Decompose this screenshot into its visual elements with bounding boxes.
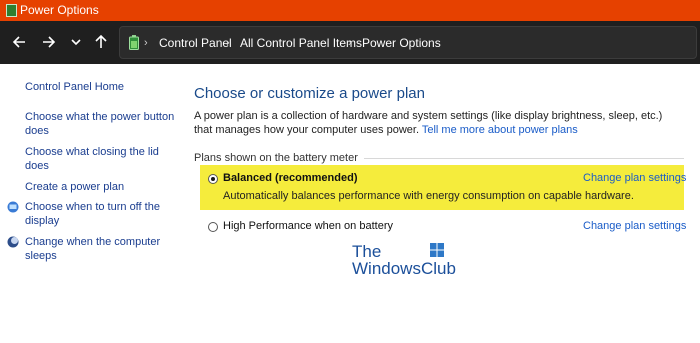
recent-locations-button[interactable] [65,31,87,53]
group-divider [364,158,684,159]
chevron-down-icon [71,39,81,46]
tell-me-more-link[interactable]: Tell me more about power plans [422,124,578,136]
breadcrumb-all-items[interactable]: All Control Panel Items [240,36,362,50]
back-button[interactable] [9,31,31,53]
power-options-app-icon [6,4,17,17]
breadcrumb-control-panel[interactable]: Control Panel [159,36,232,50]
sidebar-link-line: Change when the computer [25,236,161,248]
sidebar-link-line: Create a power plan [25,181,125,193]
plan-radio-balanced[interactable] [208,174,218,184]
sidebar-link-line: Choose what the power button [25,111,175,123]
sidebar-link-line: sleeps [25,250,57,262]
arrow-up-icon [95,34,107,48]
page-description: A power plan is a collection of hardware… [194,109,674,137]
battery-icon [129,35,139,50]
sidebar-turn-off-display-link[interactable]: Choose when to turn off the display [25,200,160,228]
monitor-icon [7,201,19,213]
sidebar-control-panel-home[interactable]: Control Panel Home [25,80,124,94]
change-plan-settings-link[interactable]: Change plan settings [583,220,686,233]
arrow-left-icon [12,36,25,48]
breadcrumb-separator: › [348,37,352,49]
breadcrumb-power-options[interactable]: Power Options [362,36,441,50]
navigation-bar: › Control Panel › All Control Panel Item… [0,21,700,64]
windows-logo-icon [430,243,444,257]
window-title: Power Options [20,3,99,17]
arrow-right-icon [43,36,56,48]
sidebar-link-line: Choose when to turn off the [25,201,160,213]
plan-radio-high-performance[interactable] [208,222,218,232]
title-bar: Power Options [0,0,700,21]
change-plan-settings-link[interactable]: Change plan settings [583,172,686,185]
sidebar-link-line: Choose what closing the lid [25,146,159,158]
moon-icon [7,236,19,248]
watermark-line2: WindowsClub [352,259,456,278]
up-button[interactable] [90,31,112,53]
plan-description-balanced: Automatically balances performance with … [223,190,634,202]
group-label: Plans shown on the battery meter [194,152,358,164]
radio-selected-dot [211,177,215,181]
forward-button[interactable] [37,31,59,53]
sidebar-closing-lid-link[interactable]: Choose what closing the lid does [25,145,159,173]
sidebar-create-plan-link[interactable]: Create a power plan [25,180,124,194]
plan-name-balanced: Balanced (recommended) [223,172,358,184]
breadcrumb-separator: › [226,37,230,49]
sidebar-power-button-link[interactable]: Choose what the power button does [25,110,174,138]
page-title: Choose or customize a power plan [194,85,425,102]
sidebar-computer-sleeps-link[interactable]: Change when the computer sleeps [25,235,160,263]
plan-name-high-performance: High Performance when on battery [223,220,393,232]
sidebar-link-line: does [25,125,49,137]
address-bar[interactable]: › Control Panel › All Control Panel Item… [119,26,697,59]
breadcrumb-separator: › [144,37,148,49]
sidebar-link-line: does [25,160,49,172]
sidebar-link-line: display [25,215,60,227]
